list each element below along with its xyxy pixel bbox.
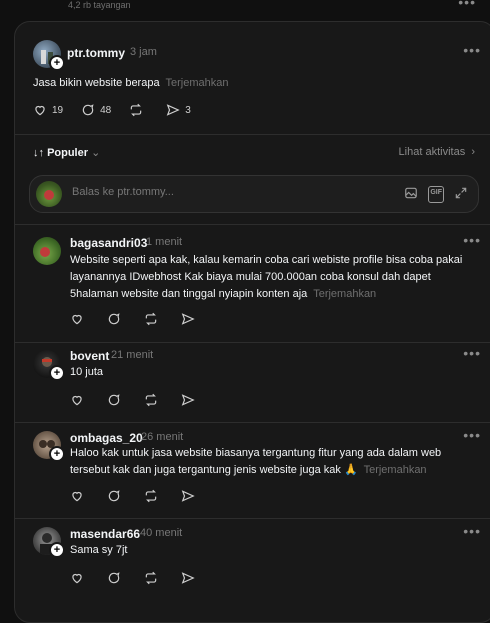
- like-button[interactable]: [70, 571, 89, 585]
- repost-icon: [145, 571, 157, 585]
- comment-time: 21 menit: [111, 349, 154, 361]
- see-activity-label: Lihat aktivitas: [398, 146, 466, 158]
- heart-icon: [72, 395, 82, 406]
- comment-time: 40 menit: [140, 527, 183, 539]
- comment-icon: [82, 104, 94, 116]
- comment-actions: [70, 312, 218, 326]
- comment-text: Website seperti apa kak, kalau kemarin c…: [70, 254, 463, 300]
- like-count: 19: [52, 104, 64, 116]
- heart-icon: [72, 314, 82, 325]
- thread-card: + ptr.tommy 3 jam ••• Jasa bikin website…: [14, 21, 490, 623]
- repost-icon: [145, 393, 157, 407]
- repost-icon: [131, 103, 142, 117]
- share-button[interactable]: 3: [166, 103, 191, 117]
- heart-icon: [72, 491, 82, 502]
- post-username[interactable]: ptr.tommy: [67, 46, 125, 60]
- comment-button[interactable]: [107, 393, 126, 407]
- divider: [15, 224, 490, 225]
- comment-actions: [70, 571, 218, 585]
- chevron-right-icon: ›: [468, 146, 475, 158]
- post-time: 3 jam: [130, 46, 157, 58]
- heart-icon: [35, 105, 45, 116]
- send-icon: [181, 313, 195, 325]
- comment-button[interactable]: [107, 312, 126, 326]
- comment-text: 10 juta: [70, 366, 104, 378]
- share-button[interactable]: [181, 393, 200, 407]
- reply-box[interactable]: GIF: [29, 175, 479, 213]
- image-icon[interactable]: [404, 186, 418, 203]
- comment-username[interactable]: masendar66: [70, 527, 140, 541]
- comment-actions: [70, 489, 218, 503]
- comment-button[interactable]: 48: [81, 103, 111, 117]
- repost-button[interactable]: [144, 312, 163, 326]
- comment-icon: [108, 313, 120, 325]
- comment-icon: [108, 572, 120, 584]
- like-button[interactable]: [70, 489, 89, 503]
- send-icon: [166, 104, 180, 116]
- follow-plus-icon[interactable]: +: [49, 55, 65, 71]
- divider: [15, 134, 490, 135]
- comment-actions: [70, 393, 218, 407]
- chevron-down-icon: ⌄: [91, 147, 101, 159]
- translate-link[interactable]: Terjemahkan: [313, 288, 376, 300]
- comment-count: 48: [100, 104, 112, 116]
- comment-button[interactable]: [107, 489, 126, 503]
- share-count: 3: [185, 104, 191, 116]
- heart-icon: [72, 573, 82, 584]
- post-more-icon[interactable]: •••: [463, 42, 481, 58]
- my-avatar: [36, 181, 62, 207]
- repost-button[interactable]: [144, 393, 163, 407]
- comment-username[interactable]: bagasandri03: [70, 236, 147, 250]
- view-count: 4,2 rb tayangan: [68, 0, 131, 10]
- comment-more-icon[interactable]: •••: [463, 232, 481, 248]
- share-button[interactable]: [181, 312, 200, 326]
- repost-button[interactable]: [144, 489, 163, 503]
- repost-icon: [145, 489, 157, 503]
- sort-label: Populer: [47, 147, 89, 159]
- see-activity-link[interactable]: Lihat aktivitas ›: [399, 146, 475, 158]
- follow-plus-icon[interactable]: +: [49, 365, 65, 381]
- divider: [15, 422, 490, 423]
- translate-link[interactable]: Terjemahkan: [364, 464, 427, 476]
- expand-icon[interactable]: [454, 186, 468, 203]
- comment-text: Sama sy 7jt: [70, 544, 128, 556]
- post-actions: 19 48 3: [33, 103, 209, 117]
- comment-username[interactable]: ombagas_20: [70, 431, 143, 445]
- post-text: Jasa bikin website berapa Terjemahkan: [33, 77, 229, 89]
- gif-icon[interactable]: GIF: [428, 186, 444, 203]
- divider: [15, 518, 490, 519]
- repost-icon: [145, 312, 157, 326]
- comment-text: Haloo kak untuk jasa website biasanya te…: [70, 447, 442, 476]
- comment-time: 1 menit: [146, 236, 183, 248]
- comment-icon: [108, 394, 120, 406]
- repost-button[interactable]: [129, 103, 148, 117]
- sort-dropdown[interactable]: ↓↑ Populer ⌄: [33, 146, 100, 159]
- comment-time: 26 menit: [141, 431, 184, 443]
- like-button[interactable]: [70, 312, 89, 326]
- share-button[interactable]: [181, 571, 200, 585]
- comment-more-icon[interactable]: •••: [463, 523, 481, 539]
- avatar[interactable]: [33, 237, 61, 265]
- sort-icon: ↓↑: [33, 147, 44, 159]
- reply-tools: GIF: [394, 186, 468, 203]
- translate-link[interactable]: Terjemahkan: [166, 77, 229, 89]
- send-icon: [181, 394, 195, 406]
- like-button[interactable]: 19: [33, 103, 63, 117]
- follow-plus-icon[interactable]: +: [49, 542, 65, 558]
- follow-plus-icon[interactable]: +: [49, 446, 65, 462]
- send-icon: [181, 490, 195, 502]
- comment-more-icon[interactable]: •••: [463, 427, 481, 443]
- share-button[interactable]: [181, 489, 200, 503]
- reply-input[interactable]: [70, 185, 374, 199]
- more-options-icon[interactable]: •••: [458, 0, 476, 10]
- like-button[interactable]: [70, 393, 89, 407]
- divider: [15, 342, 490, 343]
- comment-more-icon[interactable]: •••: [463, 345, 481, 361]
- send-icon: [181, 572, 195, 584]
- repost-button[interactable]: [144, 571, 163, 585]
- comment-icon: [108, 490, 120, 502]
- comment-username[interactable]: bovent: [70, 349, 109, 363]
- comment-button[interactable]: [107, 571, 126, 585]
